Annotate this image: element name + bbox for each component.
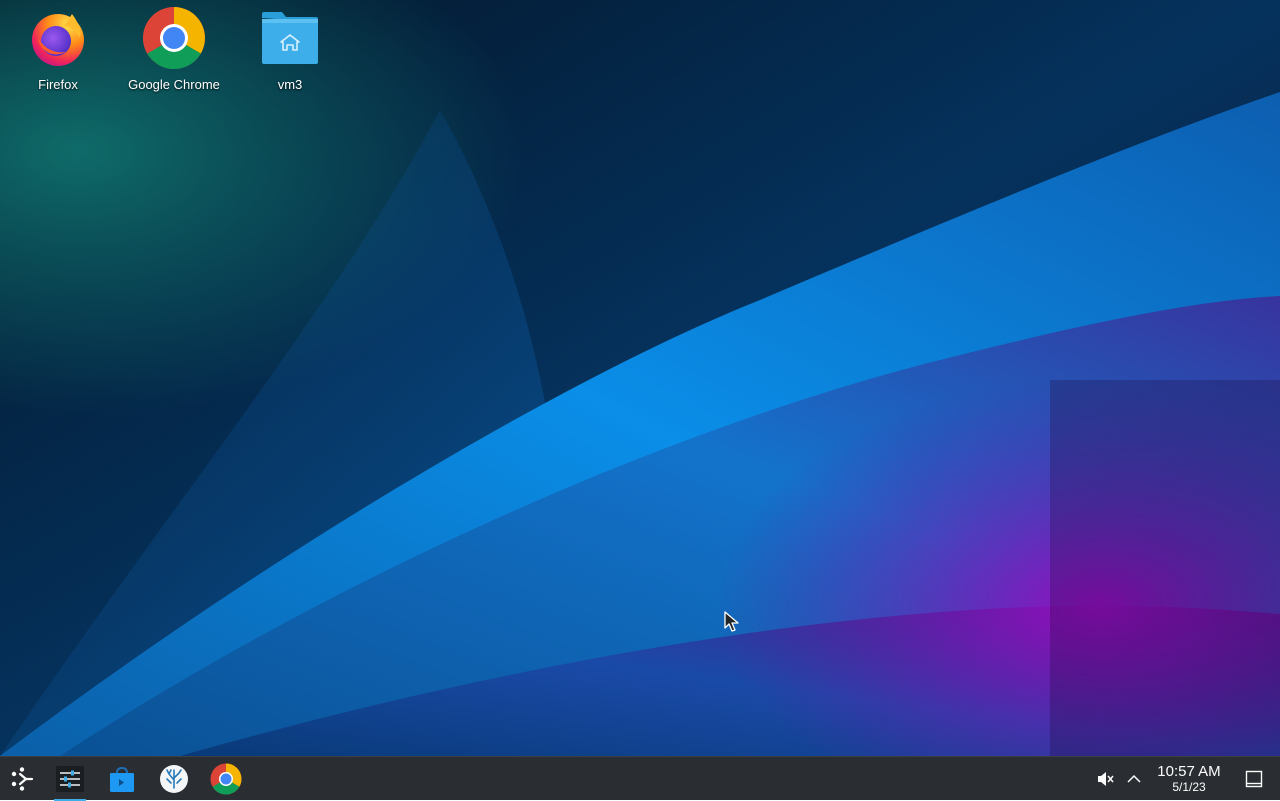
discover-store-icon [110, 766, 134, 792]
home-folder-icon [258, 6, 322, 70]
desktop-icon-google-chrome[interactable]: Google Chrome [116, 6, 232, 100]
taskbar: 10:57 AM 5/1/23 [0, 756, 1280, 801]
desktop[interactable]: Firefox Google Chrome vm3 [0, 0, 1280, 756]
clock-date: 5/1/23 [1172, 779, 1206, 794]
task-coral-app[interactable] [152, 757, 196, 801]
application-launcher-icon [11, 767, 34, 791]
volume-button[interactable] [1092, 757, 1118, 801]
chrome-icon [210, 763, 242, 795]
system-settings-icon [56, 766, 84, 792]
mouse-pointer-icon [724, 611, 739, 632]
digital-clock[interactable]: 10:57 AM 5/1/23 [1148, 757, 1230, 801]
task-google-chrome[interactable] [204, 757, 248, 801]
coral-app-icon [160, 765, 188, 793]
chrome-icon [142, 6, 206, 70]
task-discover[interactable] [100, 757, 144, 801]
chevron-up-icon [1127, 774, 1141, 783]
firefox-icon [26, 6, 90, 70]
desktop-icon-label: vm3 [277, 77, 303, 92]
desktop-icon-vm3[interactable]: vm3 [232, 6, 348, 100]
show-desktop-button[interactable] [1236, 757, 1272, 801]
show-hidden-icons-button[interactable] [1122, 757, 1146, 801]
show-desktop-icon [1245, 770, 1263, 788]
desktop-icon-label: Google Chrome [128, 77, 220, 92]
clock-time: 10:57 AM [1157, 763, 1221, 781]
application-launcher-button[interactable] [0, 757, 44, 801]
desktop-icon-label: Firefox [38, 77, 78, 92]
task-system-settings[interactable] [48, 757, 92, 801]
volume-muted-icon [1098, 772, 1114, 786]
desktop-wallpaper [0, 0, 1280, 756]
desktop-icon-firefox[interactable]: Firefox [0, 6, 116, 100]
